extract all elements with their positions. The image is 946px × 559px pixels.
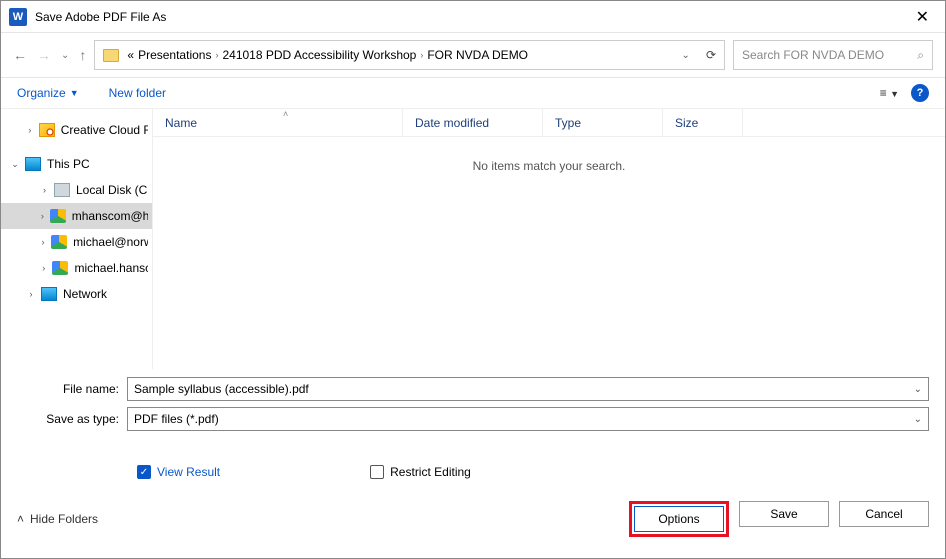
tree-item-gdrive[interactable]: › michael@norwescon [1, 229, 152, 255]
caret-down-icon: ▼ [70, 88, 79, 98]
highlight-annotation: Options [629, 501, 729, 537]
nav-tree: › Creative Cloud Files ⌄ This PC › Local… [1, 109, 153, 369]
breadcrumb-item[interactable]: FOR NVDA DEMO [427, 48, 528, 62]
forward-icon[interactable]: → [37, 47, 51, 63]
restrict-label: Restrict Editing [390, 465, 471, 479]
column-header-date[interactable]: Date modified [403, 109, 543, 136]
network-icon [41, 287, 57, 301]
pc-icon [25, 157, 41, 171]
organize-label: Organize [17, 86, 66, 100]
breadcrumb-prefix: « [127, 48, 134, 62]
hide-folders-button[interactable]: ˄ Hide Folders [17, 512, 98, 526]
savetype-select[interactable]: PDF files (*.pdf) ⌄ [127, 407, 929, 431]
column-header-type[interactable]: Type [543, 109, 663, 136]
disk-icon [54, 183, 70, 197]
close-icon[interactable]: ✕ [908, 3, 937, 31]
cancel-button[interactable]: Cancel [839, 501, 929, 527]
chevron-right-icon: › [420, 50, 423, 60]
google-drive-icon [51, 235, 67, 249]
savetype-label: Save as type: [17, 412, 127, 426]
chevron-right-icon: › [215, 50, 218, 60]
refresh-icon[interactable]: ⟳ [706, 48, 716, 62]
collapse-icon[interactable]: ⌄ [9, 159, 21, 170]
empty-message: No items match your search. [153, 159, 945, 173]
view-result-checkbox[interactable]: ✓ View Result [137, 465, 220, 479]
word-app-icon: W [9, 8, 27, 26]
recent-chevron-icon[interactable]: ⌄ [61, 50, 69, 61]
tree-item-creative-cloud[interactable]: › Creative Cloud Files [1, 117, 152, 143]
new-folder-button[interactable]: New folder [109, 86, 166, 100]
search-icon[interactable]: ⌕ [917, 48, 924, 63]
column-header-size[interactable]: Size [663, 109, 743, 136]
dropdown-icon[interactable]: ⌄ [914, 384, 922, 395]
back-icon[interactable]: ← [13, 47, 27, 63]
restrict-editing-checkbox[interactable]: Restrict Editing [370, 465, 471, 479]
view-mode-button[interactable]: ≡ ▼ [880, 86, 899, 100]
filename-label: File name: [17, 382, 127, 396]
folder-icon [103, 49, 119, 62]
tree-label: This PC [47, 157, 90, 171]
search-input[interactable]: Search FOR NVDA DEMO ⌕ [733, 40, 933, 70]
address-bar[interactable]: « Presentations › 241018 PDD Accessibili… [94, 40, 725, 70]
filename-input[interactable]: Sample syllabus (accessible).pdf ⌄ [127, 377, 929, 401]
search-placeholder: Search FOR NVDA DEMO [742, 48, 917, 62]
window-title: Save Adobe PDF File As [35, 10, 166, 24]
expand-icon[interactable]: › [25, 125, 35, 135]
breadcrumb-item[interactable]: 241018 PDD Accessibility Workshop [222, 48, 416, 62]
view-result-label: View Result [157, 465, 220, 479]
tree-item-gdrive[interactable]: › michael.hanscom [1, 255, 152, 281]
savetype-value: PDF files (*.pdf) [134, 412, 219, 426]
file-list: ˄ Name Date modified Type Size No items … [153, 109, 945, 369]
up-icon[interactable]: ↑ [79, 47, 86, 63]
organize-button[interactable]: Organize ▼ [17, 86, 79, 100]
tree-label: michael@norwescon [73, 235, 148, 249]
dropdown-icon[interactable]: ⌄ [914, 414, 922, 425]
tree-item-network[interactable]: › Network [1, 281, 152, 307]
tree-item-local-disk[interactable]: › Local Disk (C:) [1, 177, 152, 203]
tree-item-gdrive[interactable]: › mhanscom@highline.edu [1, 203, 152, 229]
help-icon[interactable]: ? [911, 84, 929, 102]
chevron-up-icon: ˄ [17, 512, 24, 526]
tree-label: Network [63, 287, 107, 301]
google-drive-icon [52, 261, 68, 275]
chevron-down-icon[interactable]: ⌄ [682, 50, 690, 61]
google-drive-icon [50, 209, 66, 223]
save-button[interactable]: Save [739, 501, 829, 527]
tree-label: michael.hanscom [74, 261, 148, 275]
column-header-name[interactable]: Name [153, 109, 403, 136]
tree-label: Local Disk (C:) [76, 183, 148, 197]
tree-item-this-pc[interactable]: ⌄ This PC [1, 151, 152, 177]
filename-value: Sample syllabus (accessible).pdf [134, 382, 309, 396]
creative-cloud-icon [39, 123, 55, 137]
tree-label: Creative Cloud Files [61, 123, 148, 137]
breadcrumb: « Presentations › 241018 PDD Accessibili… [127, 48, 681, 62]
options-button[interactable]: Options [634, 506, 724, 532]
breadcrumb-item[interactable]: Presentations [138, 48, 211, 62]
sort-indicator-icon: ˄ [283, 109, 288, 119]
checkbox-checked-icon: ✓ [137, 465, 151, 479]
hide-folders-label: Hide Folders [30, 512, 98, 526]
checkbox-unchecked-icon [370, 465, 384, 479]
tree-label: mhanscom@highline.edu [72, 209, 148, 223]
